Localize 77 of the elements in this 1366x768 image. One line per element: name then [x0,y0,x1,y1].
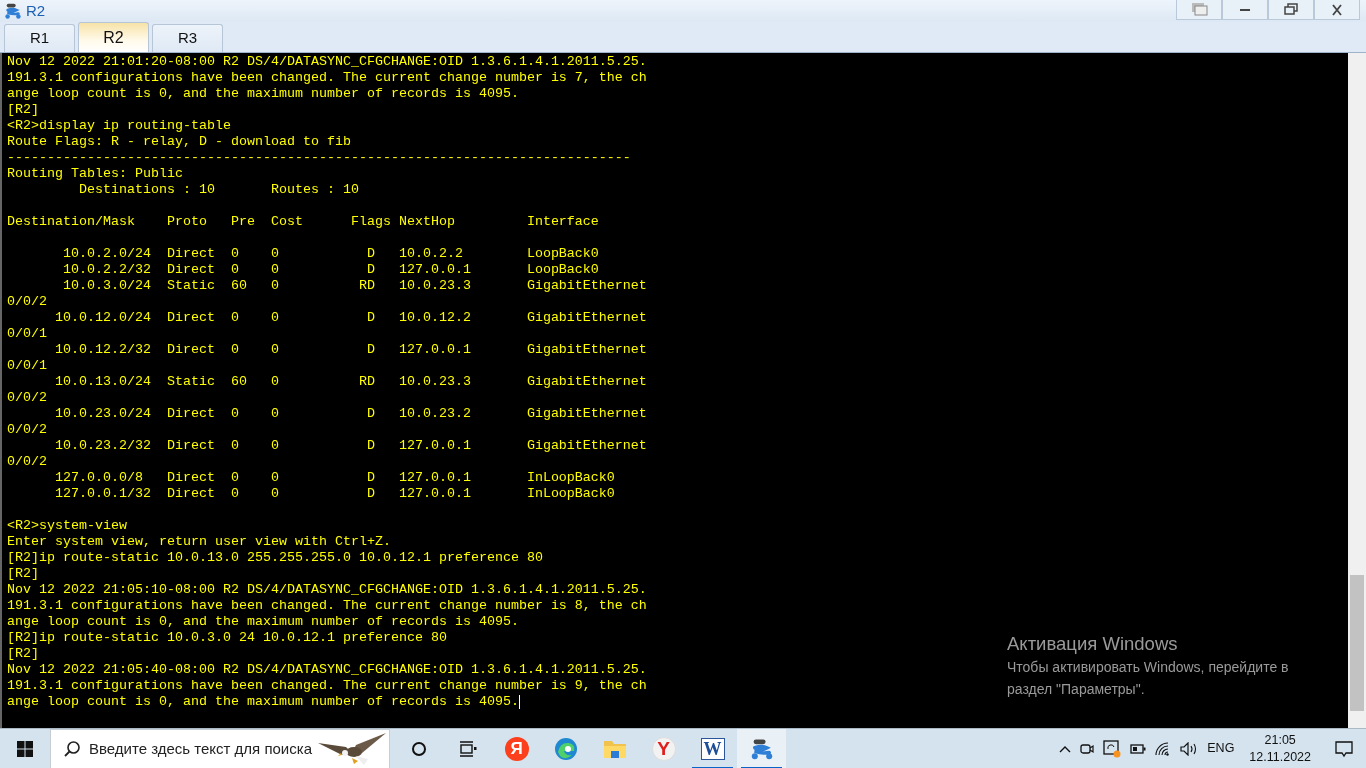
notification-icon[interactable] [1334,739,1354,758]
terminal-line: Routing Tables: Public [7,166,183,182]
search-field[interactable]: Введите здесь текст для поиска [50,728,390,768]
word-logo-icon: W [700,737,725,760]
terminal-line: 10.0.12.2/32 Direct 0 0 D 127.0.0.1 GigabitEthernet [54,342,647,358]
clock-time[interactable]: 21:05 [1264,731,1296,749]
activation-text: Чтобы активировать Windows, перейдите в [1007,658,1289,677]
terminal-line: Route Flags: R - relay, D - download to fib [7,134,351,150]
device-tab[interactable]: R1 [4,24,75,52]
terminal-line: <R2>system-view [7,518,127,534]
restore-button[interactable] [1268,0,1314,20]
device-tab[interactable]: R2 [78,22,149,52]
terminal-line: 10.0.2.0/24 Direct 0 0 D 10.0.2.2 LoopBack0 [62,246,599,262]
language-indicator[interactable]: ENG [1207,739,1235,758]
taskbar-app[interactable]: Y [639,728,688,768]
scrollbar[interactable] [1348,53,1366,728]
terminal-line: ange loop count is 0, and the maximum number of records is 4095. [7,694,519,710]
terminal-line: 127.0.0.0/8 Direct 0 0 D 127.0.0.1 InLoopBack0 [54,470,615,486]
terminal-line: 0/0/2 [7,390,47,406]
app-logo-icon [749,736,774,761]
terminal-line: [R2] [7,102,39,118]
browser-logo-icon: Y [651,736,676,761]
window-title: R2 [26,0,46,21]
terminal-line: 0/0/2 [7,454,47,470]
minimize-icon [1240,8,1250,11]
terminal-line: 10.0.23.2/32 Direct 0 0 D 127.0.0.1 GigabitEthernet [54,438,647,454]
yandex-logo-icon: Я [504,736,529,761]
chevron-up-icon [1059,744,1072,753]
terminal-line: [R2] [7,646,39,662]
terminal-line: [R2]ip route-static 10.0.3.0 24 10.0.12.1 preference 80 [7,630,447,646]
terminal-line: [R2] [7,566,39,582]
battery-icon [1130,743,1147,754]
windows-stack-icon [1189,0,1209,19]
wifi-icon [1155,741,1172,756]
scrollbar-thumb[interactable] [1350,575,1364,711]
volume-icon [1180,741,1199,756]
terminal-line: 10.0.3.0/24 Static 60 0 RD 10.0.23.3 GigabitEthernet [62,278,647,294]
tile-windows-button[interactable] [1176,0,1222,20]
terminal-line: ------------------------------------------------------------------------------ [7,150,631,166]
terminal-line: 10.0.23.0/24 Direct 0 0 D 10.0.23.2 GigabitEthernet [54,406,647,422]
terminal-line: 191.3.1 configurations have been changed. The current change number is 7, the ch [7,70,647,86]
terminal-line: Destinations : 10 Routes : 10 [77,182,359,198]
windows-logo-icon [17,740,33,757]
terminal-line: Destination/Mask Proto Pre Cost Flags NextHop Interface [7,214,599,230]
terminal-line: 127.0.0.1/32 Direct 0 0 D 127.0.0.1 InLoopBack0 [54,486,615,502]
minimize-button[interactable] [1222,0,1268,20]
circle-icon [410,740,427,757]
terminal-line: Nov 12 2022 21:01:20-08:00 R2 DS/4/DATASYNC_CFGCHANGE:OID 1.3.6.1.4.1.2011.5.25. [7,54,647,70]
terminal-line: 10.0.13.0/24 Static 60 0 RD 10.0.23.3 GigabitEthernet [54,374,647,390]
terminal-line: [R2]ip route-static 10.0.13.0 255.255.255.0 10.0.12.1 preference 80 [7,550,543,566]
activation-text: раздел "Параметры". [1007,680,1146,699]
taskbar-app[interactable]: W [688,728,737,768]
terminal-line: 10.0.2.2/32 Direct 0 0 D 127.0.0.1 LoopBack0 [62,262,599,278]
terminal-line: Enter system view, return user view with Ctrl+Z. [7,534,391,550]
terminal-line: 0/0/1 [7,326,47,342]
device-tab[interactable]: R3 [152,24,223,52]
close-button[interactable] [1314,0,1360,20]
terminal-line: 191.3.1 configurations have been changed. The current change number is 9, the ch [7,678,647,694]
edge-logo-icon [553,736,578,761]
activation-title: Активация Windows [1007,632,1179,656]
terminal-line: 191.3.1 configurations have been changed. The current change number is 8, the ch [7,598,647,614]
taskbar-app[interactable]: Я [492,728,541,768]
terminal-line: Nov 12 2022 21:05:40-08:00 R2 DS/4/DATASYNC_CFGCHANGE:OID 1.3.6.1.4.1.2011.5.25. [7,662,647,678]
task-view-icon [458,740,477,757]
terminal-line: ange loop count is 0, and the maximum number of records is 4095. [7,614,519,630]
terminal-line: Nov 12 2022 21:05:10-08:00 R2 DS/4/DATASYNC_CFGCHANGE:OID 1.3.6.1.4.1.2011.5.25. [7,582,647,598]
terminal-line: 10.0.12.0/24 Direct 0 0 D 10.0.12.2 GigabitEthernet [54,310,647,326]
terminal-line: 0/0/1 [7,358,47,374]
app-logo-icon [4,2,22,20]
terminal-line: 0/0/2 [7,294,47,310]
terminal-line: 0/0/2 [7,422,47,438]
search-icon [63,739,81,758]
terminal-line: <R2>display ip routing-table [7,118,231,134]
taskbar-app[interactable] [737,728,786,768]
terminal-line: ange loop count is 0, and the maximum number of records is 4095. [7,86,519,102]
sync-app-icon [1103,739,1122,758]
clock-date[interactable]: 12.11.2022 [1249,748,1311,766]
